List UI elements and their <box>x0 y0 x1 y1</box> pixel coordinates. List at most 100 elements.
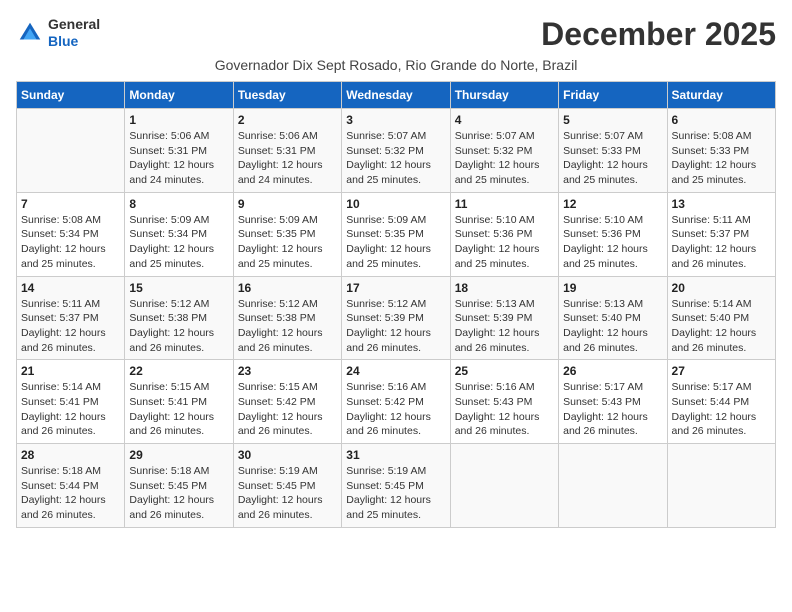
day-number: 2 <box>238 113 337 127</box>
day-info: Sunrise: 5:07 AMSunset: 5:32 PMDaylight:… <box>455 129 554 188</box>
col-header-tuesday: Tuesday <box>233 82 341 109</box>
day-number: 6 <box>672 113 771 127</box>
day-number: 16 <box>238 281 337 295</box>
calendar-cell: 26Sunrise: 5:17 AMSunset: 5:43 PMDayligh… <box>559 360 667 444</box>
day-number: 18 <box>455 281 554 295</box>
day-number: 24 <box>346 364 445 378</box>
day-info: Sunrise: 5:08 AMSunset: 5:33 PMDaylight:… <box>672 129 771 188</box>
calendar-cell: 5 Sunrise: 5:07 AMSunset: 5:33 PMDaylight… <box>559 109 667 193</box>
day-info: Sunrise: 5:13 AMSunset: 5:39 PMDaylight:… <box>455 297 554 356</box>
day-info: Sunrise: 5:10 AMSunset: 5:36 PMDaylight:… <box>455 213 554 272</box>
day-number: 29 <box>129 448 228 462</box>
day-number: 20 <box>672 281 771 295</box>
day-number: 8 <box>129 197 228 211</box>
calendar-cell: 15Sunrise: 5:12 AMSunset: 5:38 PMDayligh… <box>125 276 233 360</box>
week-row-1: 1 Sunrise: 5:06 AMSunset: 5:31 PMDaylight… <box>17 109 776 193</box>
day-number: 26 <box>563 364 662 378</box>
calendar-cell: 14 Sunrise: 5:11 AMSunset: 5:37 PMDayligh… <box>17 276 125 360</box>
day-number: 12 <box>563 197 662 211</box>
logo-text: General Blue <box>48 16 100 50</box>
day-info: Sunrise: 5:15 AMSunset: 5:42 PMDaylight:… <box>238 380 337 439</box>
day-info: Sunrise: 5:11 AMSunset: 5:37 PMDaylight:… <box>672 213 771 272</box>
col-header-sunday: Sunday <box>17 82 125 109</box>
calendar-cell: 29 Sunrise: 5:18 AMSunset: 5:45 PMDayligh… <box>125 444 233 528</box>
calendar-cell <box>559 444 667 528</box>
day-info: Sunrise: 5:12 AMSunset: 5:38 PMDaylight:… <box>129 297 228 356</box>
calendar-cell: 9 Sunrise: 5:09 AMSunset: 5:35 PMDaylight… <box>233 192 341 276</box>
day-info: Sunrise: 5:19 AMSunset: 5:45 PMDaylight:… <box>346 464 445 523</box>
calendar-cell: 30 Sunrise: 5:19 AMSunset: 5:45 PMDayligh… <box>233 444 341 528</box>
day-info: Sunrise: 5:12 AMSunset: 5:39 PMDaylight:… <box>346 297 445 356</box>
day-info: Sunrise: 5:16 AMSunset: 5:42 PMDaylight:… <box>346 380 445 439</box>
day-number: 14 <box>21 281 120 295</box>
day-number: 28 <box>21 448 120 462</box>
day-number: 5 <box>563 113 662 127</box>
day-number: 23 <box>238 364 337 378</box>
week-row-5: 28 Sunrise: 5:18 AMSunset: 5:44 PMDayligh… <box>17 444 776 528</box>
calendar-cell: 31 Sunrise: 5:19 AMSunset: 5:45 PMDayligh… <box>342 444 450 528</box>
calendar-cell: 16Sunrise: 5:12 AMSunset: 5:38 PMDayligh… <box>233 276 341 360</box>
col-header-friday: Friday <box>559 82 667 109</box>
calendar-cell: 3 Sunrise: 5:07 AMSunset: 5:32 PMDaylight… <box>342 109 450 193</box>
day-info: Sunrise: 5:19 AMSunset: 5:45 PMDaylight:… <box>238 464 337 523</box>
day-number: 31 <box>346 448 445 462</box>
subtitle: Governador Dix Sept Rosado, Rio Grande d… <box>16 57 776 73</box>
day-info: Sunrise: 5:09 AMSunset: 5:35 PMDaylight:… <box>346 213 445 272</box>
calendar-cell: 28 Sunrise: 5:18 AMSunset: 5:44 PMDayligh… <box>17 444 125 528</box>
day-info: Sunrise: 5:09 AMSunset: 5:35 PMDaylight:… <box>238 213 337 272</box>
day-info: Sunrise: 5:09 AMSunset: 5:34 PMDaylight:… <box>129 213 228 272</box>
week-row-2: 7Sunrise: 5:08 AMSunset: 5:34 PMDaylight… <box>17 192 776 276</box>
day-info: Sunrise: 5:11 AMSunset: 5:37 PMDaylight:… <box>21 297 120 356</box>
day-number: 9 <box>238 197 337 211</box>
calendar-cell: 4 Sunrise: 5:07 AMSunset: 5:32 PMDaylight… <box>450 109 558 193</box>
day-info: Sunrise: 5:06 AMSunset: 5:31 PMDaylight:… <box>129 129 228 188</box>
day-number: 4 <box>455 113 554 127</box>
calendar-cell <box>450 444 558 528</box>
calendar-cell: 11 Sunrise: 5:10 AMSunset: 5:36 PMDayligh… <box>450 192 558 276</box>
calendar-cell <box>17 109 125 193</box>
calendar-cell: 22 Sunrise: 5:15 AMSunset: 5:41 PMDayligh… <box>125 360 233 444</box>
day-info: Sunrise: 5:07 AMSunset: 5:32 PMDaylight:… <box>346 129 445 188</box>
day-number: 22 <box>129 364 228 378</box>
calendar-cell: 24 Sunrise: 5:16 AMSunset: 5:42 PMDayligh… <box>342 360 450 444</box>
day-info: Sunrise: 5:18 AMSunset: 5:45 PMDaylight:… <box>129 464 228 523</box>
logo: General Blue <box>16 16 100 50</box>
day-info: Sunrise: 5:18 AMSunset: 5:44 PMDaylight:… <box>21 464 120 523</box>
day-number: 3 <box>346 113 445 127</box>
calendar-cell: 1 Sunrise: 5:06 AMSunset: 5:31 PMDaylight… <box>125 109 233 193</box>
calendar-cell: 7Sunrise: 5:08 AMSunset: 5:34 PMDaylight… <box>17 192 125 276</box>
day-info: Sunrise: 5:06 AMSunset: 5:31 PMDaylight:… <box>238 129 337 188</box>
logo-icon <box>16 19 44 47</box>
calendar-header-row: SundayMondayTuesdayWednesdayThursdayFrid… <box>17 82 776 109</box>
day-number: 11 <box>455 197 554 211</box>
title-block: December 2025 <box>541 16 776 53</box>
day-number: 7 <box>21 197 120 211</box>
calendar-cell: 18 Sunrise: 5:13 AMSunset: 5:39 PMDayligh… <box>450 276 558 360</box>
col-header-wednesday: Wednesday <box>342 82 450 109</box>
week-row-4: 21Sunrise: 5:14 AMSunset: 5:41 PMDayligh… <box>17 360 776 444</box>
day-number: 19 <box>563 281 662 295</box>
day-number: 10 <box>346 197 445 211</box>
day-number: 13 <box>672 197 771 211</box>
page-header: General Blue December 2025 <box>16 16 776 53</box>
calendar-cell: 6 Sunrise: 5:08 AMSunset: 5:33 PMDaylight… <box>667 109 775 193</box>
calendar-cell: 19Sunrise: 5:13 AMSunset: 5:40 PMDayligh… <box>559 276 667 360</box>
day-number: 27 <box>672 364 771 378</box>
day-number: 17 <box>346 281 445 295</box>
day-info: Sunrise: 5:10 AMSunset: 5:36 PMDaylight:… <box>563 213 662 272</box>
day-number: 30 <box>238 448 337 462</box>
calendar-cell: 12 Sunrise: 5:10 AMSunset: 5:36 PMDayligh… <box>559 192 667 276</box>
week-row-3: 14 Sunrise: 5:11 AMSunset: 5:37 PMDayligh… <box>17 276 776 360</box>
calendar-cell <box>667 444 775 528</box>
calendar-cell: 23 Sunrise: 5:15 AMSunset: 5:42 PMDayligh… <box>233 360 341 444</box>
calendar-cell: 10 Sunrise: 5:09 AMSunset: 5:35 PMDayligh… <box>342 192 450 276</box>
calendar-cell: 20Sunrise: 5:14 AMSunset: 5:40 PMDayligh… <box>667 276 775 360</box>
day-info: Sunrise: 5:15 AMSunset: 5:41 PMDaylight:… <box>129 380 228 439</box>
day-info: Sunrise: 5:07 AMSunset: 5:33 PMDaylight:… <box>563 129 662 188</box>
col-header-saturday: Saturday <box>667 82 775 109</box>
day-info: Sunrise: 5:17 AMSunset: 5:44 PMDaylight:… <box>672 380 771 439</box>
month-title: December 2025 <box>541 16 776 53</box>
day-info: Sunrise: 5:14 AMSunset: 5:41 PMDaylight:… <box>21 380 120 439</box>
calendar-cell: 2 Sunrise: 5:06 AMSunset: 5:31 PMDaylight… <box>233 109 341 193</box>
day-number: 1 <box>129 113 228 127</box>
